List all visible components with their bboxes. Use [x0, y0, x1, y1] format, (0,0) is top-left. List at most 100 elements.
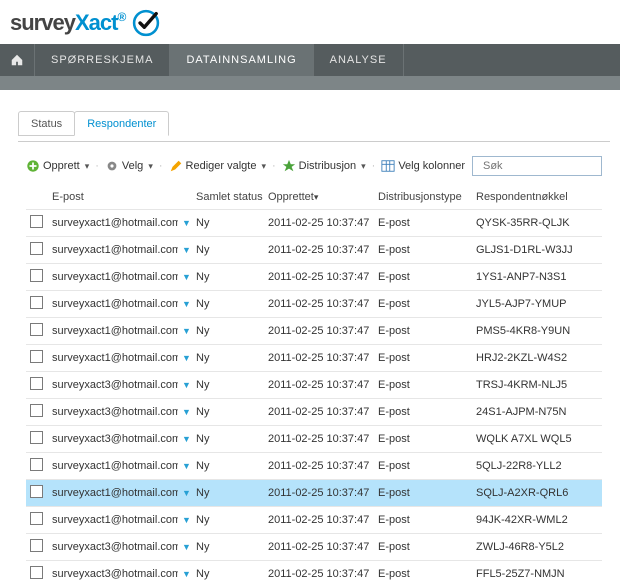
search-box[interactable] — [472, 156, 602, 176]
cell-key: PMS5-4KR8-Y9UN — [472, 318, 602, 345]
cell-dist: E-post — [374, 372, 472, 399]
cell-status: Ny — [192, 480, 264, 507]
star-icon — [282, 159, 296, 173]
table-row[interactable]: surveyxact1@hotmail.com▼Ny2011-02-25 10:… — [26, 237, 602, 264]
row-checkbox[interactable] — [30, 539, 43, 552]
cell-status: Ny — [192, 210, 264, 237]
plus-circle-icon — [26, 159, 40, 173]
col-key[interactable]: Respondentnøkkel — [472, 186, 602, 210]
logo-reg: ® — [117, 10, 125, 24]
row-menu-icon[interactable]: ▼ — [182, 488, 191, 498]
cell-email: surveyxact1@hotmail.com — [48, 345, 178, 372]
row-menu-icon[interactable]: ▼ — [182, 353, 191, 363]
nav-datainnsamling[interactable]: DATAINNSAMLING — [170, 44, 313, 76]
cell-dist: E-post — [374, 264, 472, 291]
cell-opprettet: 2011-02-25 10:37:47 — [264, 561, 374, 587]
cell-email: surveyxact3@hotmail.com — [48, 399, 178, 426]
table-row[interactable]: surveyxact3@hotmail.com▼Ny2011-02-25 10:… — [26, 561, 602, 587]
opprett-button[interactable]: Opprett — [26, 159, 89, 173]
row-checkbox[interactable] — [30, 350, 43, 363]
logo: surveyXact® — [0, 0, 620, 44]
row-checkbox[interactable] — [30, 377, 43, 390]
cell-status: Ny — [192, 318, 264, 345]
row-menu-icon[interactable]: ▼ — [182, 380, 191, 390]
toolbar: Opprett · Velg · Rediger valgte · — [18, 142, 610, 186]
cell-status: Ny — [192, 399, 264, 426]
tab-respondenter[interactable]: Respondenter — [74, 111, 169, 136]
row-checkbox[interactable] — [30, 296, 43, 309]
cell-dist: E-post — [374, 480, 472, 507]
row-menu-icon[interactable]: ▼ — [182, 326, 191, 336]
nav-home[interactable] — [0, 44, 35, 76]
cell-dist: E-post — [374, 534, 472, 561]
table-row[interactable]: surveyxact3@hotmail.com▼Ny2011-02-25 10:… — [26, 372, 602, 399]
cell-email: surveyxact3@hotmail.com — [48, 372, 178, 399]
table-row[interactable]: surveyxact3@hotmail.com▼Ny2011-02-25 10:… — [26, 534, 602, 561]
search-input[interactable] — [481, 159, 620, 173]
tab-status[interactable]: Status — [18, 111, 75, 136]
cell-key: QYSK-35RR-QLJK — [472, 210, 602, 237]
cell-key: 94JK-42XR-WML2 — [472, 507, 602, 534]
row-menu-icon[interactable]: ▼ — [182, 272, 191, 282]
nav-sporreskjema[interactable]: SPØRRESKJEMA — [35, 44, 170, 76]
row-checkbox[interactable] — [30, 269, 43, 282]
row-menu-icon[interactable]: ▼ — [182, 299, 191, 309]
rediger-label: Rediger valgte — [186, 160, 257, 172]
row-menu-icon[interactable]: ▼ — [182, 245, 191, 255]
cell-dist: E-post — [374, 453, 472, 480]
row-menu-icon[interactable]: ▼ — [182, 434, 191, 444]
table-row[interactable]: surveyxact1@hotmail.com▼Ny2011-02-25 10:… — [26, 264, 602, 291]
sort-desc-icon: ▾ — [314, 192, 319, 202]
row-checkbox[interactable] — [30, 485, 43, 498]
table-row[interactable]: surveyxact1@hotmail.com▼Ny2011-02-25 10:… — [26, 480, 602, 507]
row-checkbox[interactable] — [30, 566, 43, 579]
cell-opprettet: 2011-02-25 10:37:47 — [264, 372, 374, 399]
cell-opprettet: 2011-02-25 10:37:47 — [264, 534, 374, 561]
table-row[interactable]: surveyxact1@hotmail.com▼Ny2011-02-25 10:… — [26, 453, 602, 480]
cell-status: Ny — [192, 291, 264, 318]
row-menu-icon[interactable]: ▼ — [182, 461, 191, 471]
row-checkbox[interactable] — [30, 458, 43, 471]
logo-check-icon — [129, 6, 163, 40]
col-email[interactable]: E-post — [48, 186, 178, 210]
row-checkbox[interactable] — [30, 512, 43, 525]
table-row[interactable]: surveyxact3@hotmail.com▼Ny2011-02-25 10:… — [26, 399, 602, 426]
cell-email: surveyxact1@hotmail.com — [48, 453, 178, 480]
rediger-valgte-button[interactable]: Rediger valgte — [169, 159, 266, 173]
row-menu-icon[interactable]: ▼ — [182, 218, 191, 228]
row-checkbox[interactable] — [30, 242, 43, 255]
kolonner-label: Velg kolonner — [398, 160, 465, 172]
velg-kolonner-button[interactable]: Velg kolonner — [381, 159, 465, 173]
row-menu-icon[interactable]: ▼ — [182, 569, 191, 579]
col-opprettet[interactable]: Opprettet▾ — [264, 186, 374, 210]
table-row[interactable]: surveyxact1@hotmail.com▼Ny2011-02-25 10:… — [26, 507, 602, 534]
velg-label: Velg — [122, 160, 143, 172]
velg-button[interactable]: Velg — [105, 159, 153, 173]
gear-icon — [105, 159, 119, 173]
home-icon — [10, 53, 24, 67]
table-row[interactable]: surveyxact1@hotmail.com▼Ny2011-02-25 10:… — [26, 318, 602, 345]
row-checkbox[interactable] — [30, 323, 43, 336]
row-menu-icon[interactable]: ▼ — [182, 542, 191, 552]
row-menu-icon[interactable]: ▼ — [182, 407, 191, 417]
cell-email: surveyxact1@hotmail.com — [48, 210, 178, 237]
cell-status: Ny — [192, 507, 264, 534]
col-dist[interactable]: Distribusjonstype — [374, 186, 472, 210]
cell-status: Ny — [192, 264, 264, 291]
row-checkbox[interactable] — [30, 404, 43, 417]
tabs: Status Respondenter — [18, 110, 610, 135]
distribusjon-button[interactable]: Distribusjon — [282, 159, 366, 173]
table-row[interactable]: surveyxact1@hotmail.com▼Ny2011-02-25 10:… — [26, 210, 602, 237]
row-checkbox[interactable] — [30, 431, 43, 444]
cell-dist: E-post — [374, 318, 472, 345]
cell-status: Ny — [192, 453, 264, 480]
nav-analyse[interactable]: ANALYSE — [314, 44, 404, 76]
row-checkbox[interactable] — [30, 215, 43, 228]
table-row[interactable]: surveyxact1@hotmail.com▼Ny2011-02-25 10:… — [26, 291, 602, 318]
cell-email: surveyxact1@hotmail.com — [48, 507, 178, 534]
col-status[interactable]: Samlet status — [192, 186, 264, 210]
table-row[interactable]: surveyxact3@hotmail.com▼Ny2011-02-25 10:… — [26, 426, 602, 453]
cell-email: surveyxact3@hotmail.com — [48, 534, 178, 561]
table-row[interactable]: surveyxact1@hotmail.com▼Ny2011-02-25 10:… — [26, 345, 602, 372]
cell-key: SQLJ-A2XR-QRL6 — [472, 480, 602, 507]
